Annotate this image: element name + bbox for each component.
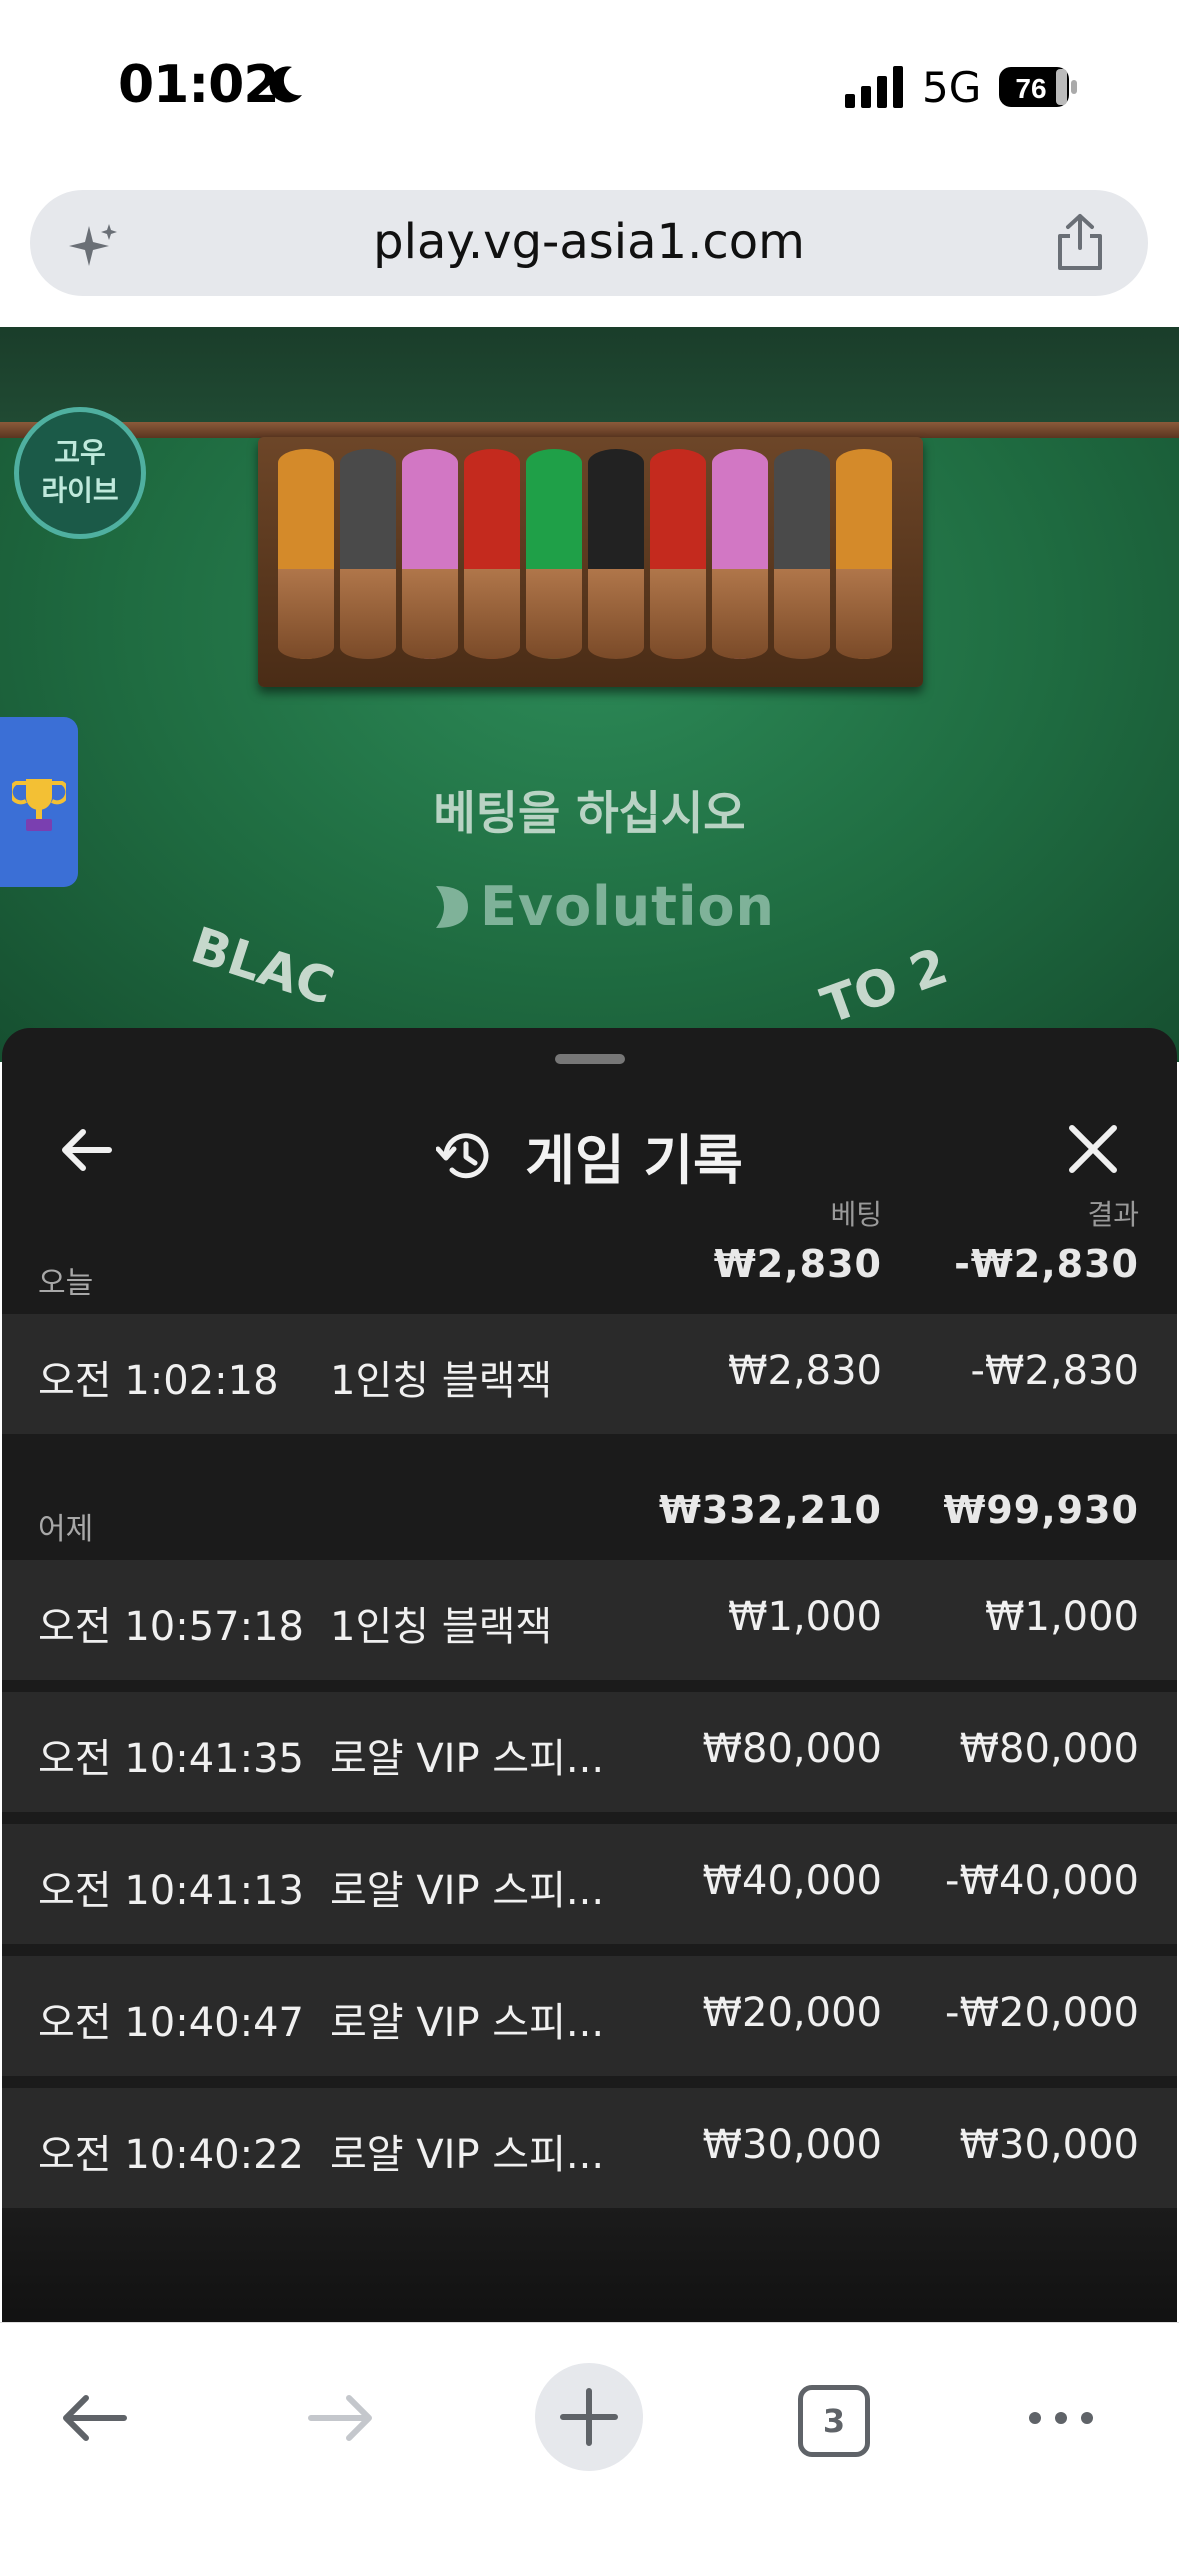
group-label: 어제 (38, 1512, 94, 1547)
sheet-fade (2, 2208, 1177, 2328)
signal-icon (845, 66, 903, 108)
row-game: 로얄 VIP 스피... (330, 2132, 605, 2178)
row-game: 로얄 VIP 스피... (330, 1868, 605, 1914)
game-history-sheet: 게임 기록 베팅 결과 오늘 ₩2,830 -₩2,830 오전 1:02:18… (2, 1028, 1177, 2328)
status-bar: 01:02 5G 76 (0, 0, 1179, 175)
share-icon[interactable] (1054, 212, 1106, 272)
moon-icon (269, 66, 302, 103)
history-row[interactable]: 오전 10:41:35 로얄 VIP 스피... ₩80,000 ₩80,000 (2, 1692, 1177, 1812)
sheet-header: 게임 기록 (2, 1116, 1177, 1195)
new-tab-button[interactable] (535, 2363, 643, 2471)
group-bet-total: ₩2,830 (713, 1242, 882, 1286)
row-bet: ₩80,000 (702, 1726, 882, 1772)
bet-prompt: 베팅을 하십시오 (433, 786, 746, 840)
plus-icon (560, 2388, 618, 2446)
browser-back-icon[interactable] (58, 2388, 130, 2448)
history-icon (436, 1132, 489, 1178)
column-header-result: 결과 (1087, 1198, 1139, 1231)
row-time: 오전 1:02:18 (38, 1358, 279, 1404)
history-row[interactable]: 오전 10:41:13 로얄 VIP 스피... ₩40,000 -₩40,00… (2, 1824, 1177, 1944)
history-row[interactable]: 오전 1:02:18 1인칭 블랙잭 ₩2,830 -₩2,830 (2, 1314, 1177, 1434)
chip-stack (340, 449, 396, 659)
url-text[interactable]: play.vg-asia1.com (30, 214, 1148, 270)
logo-text-line1: 고우 (54, 436, 106, 469)
row-bet: ₩40,000 (702, 1858, 882, 1904)
row-time: 오전 10:40:22 (38, 2132, 304, 2178)
browser-toolbar: 3 (0, 2322, 1179, 2556)
row-bet: ₩2,830 (727, 1348, 882, 1394)
row-time: 오전 10:41:13 (38, 1868, 304, 1914)
group-header-today: 오늘 ₩2,830 -₩2,830 (2, 1228, 1177, 1308)
group-result-total: ₩99,930 (943, 1488, 1139, 1532)
column-header-bet: 베팅 (830, 1198, 882, 1231)
group-label: 오늘 (38, 1266, 94, 1301)
close-icon[interactable] (1064, 1120, 1122, 1178)
row-game: 로얄 VIP 스피... (330, 2000, 605, 2046)
group-header-yesterday: 어제 ₩332,210 ₩99,930 (2, 1474, 1177, 1554)
chip-stack (650, 449, 706, 659)
chip-stack (278, 449, 334, 659)
row-game: 로얄 VIP 스피... (330, 1736, 605, 1782)
battery-level: 76 (1015, 73, 1046, 104)
network-label: 5G (922, 63, 982, 112)
row-result: -₩40,000 (945, 1858, 1139, 1904)
provider-logo: Evolution (480, 875, 776, 938)
row-result: ₩30,000 (959, 2122, 1139, 2168)
table-rail (0, 422, 1179, 438)
casino-logo[interactable]: 고우 라이브 (14, 407, 146, 539)
chip-stack (712, 449, 768, 659)
group-bet-total: ₩332,210 (659, 1488, 882, 1532)
row-result: -₩2,830 (970, 1348, 1140, 1394)
sheet-title: 게임 기록 (525, 1129, 743, 1192)
row-result: -₩20,000 (945, 1990, 1139, 2036)
chip-stack (526, 449, 582, 659)
tab-switcher-button[interactable]: 3 (798, 2385, 870, 2457)
chip-stack (464, 449, 520, 659)
row-time: 오전 10:41:35 (38, 1736, 304, 1782)
chip-tray (258, 437, 923, 687)
sheet-drag-handle[interactable] (555, 1054, 625, 1064)
row-result: ₩1,000 (984, 1594, 1139, 1640)
chip-stack (402, 449, 458, 659)
row-time: 오전 10:57:18 (38, 1604, 304, 1650)
row-game: 1인칭 블랙잭 (330, 1358, 553, 1404)
game-table[interactable]: 고우 라이브 베팅을 하십시오 Evolution BLAC TO 2 (0, 327, 1179, 1062)
status-time: 01:02 (118, 55, 280, 115)
chip-stack (588, 449, 644, 659)
row-game: 1인칭 블랙잭 (330, 1604, 553, 1650)
row-bet: ₩1,000 (727, 1594, 882, 1640)
chip-stack (774, 449, 830, 659)
address-bar[interactable]: play.vg-asia1.com (30, 190, 1148, 296)
table-print-left: BLAC (184, 915, 341, 1017)
history-row[interactable]: 오전 10:57:18 1인칭 블랙잭 ₩1,000 ₩1,000 (2, 1560, 1177, 1680)
row-bet: ₩20,000 (702, 1990, 882, 2036)
history-row[interactable]: 오전 10:40:22 로얄 VIP 스피... ₩30,000 ₩30,000 (2, 2088, 1177, 2208)
dealer-area (0, 327, 1179, 422)
logo-text-line2: 라이브 (41, 474, 119, 507)
row-bet: ₩30,000 (702, 2122, 882, 2168)
chip-stack (836, 449, 892, 659)
browser-forward-icon[interactable] (305, 2388, 377, 2448)
row-time: 오전 10:40:47 (38, 2000, 304, 2046)
battery-icon: 76 (999, 67, 1077, 107)
evolution-mark-icon (436, 886, 468, 928)
row-result: ₩80,000 (959, 1726, 1139, 1772)
history-row[interactable]: 오전 10:40:47 로얄 VIP 스피... ₩20,000 -₩20,00… (2, 1956, 1177, 2076)
group-result-total: -₩2,830 (954, 1242, 1139, 1286)
table-print-right: TO 2 (813, 936, 955, 1036)
more-icon[interactable] (1025, 2403, 1097, 2433)
